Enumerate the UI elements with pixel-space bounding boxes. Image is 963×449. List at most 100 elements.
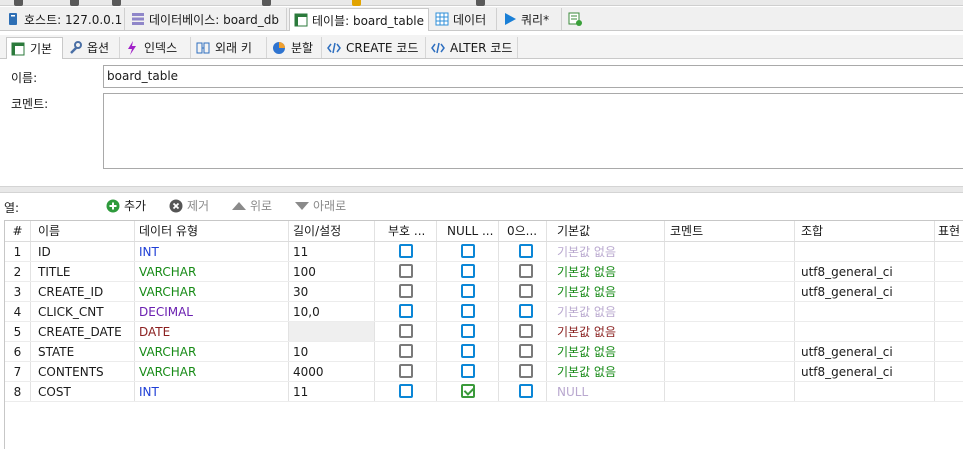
zerofill-checkbox[interactable] (519, 264, 533, 278)
unsigned-checkbox[interactable] (399, 384, 413, 398)
header-allow-null[interactable]: NULL ... (437, 221, 499, 241)
length-cell[interactable]: 4000 (289, 362, 375, 381)
collation-cell[interactable]: utf8_general_ci (795, 362, 935, 381)
expression-cell[interactable] (935, 322, 963, 341)
length-cell[interactable]: 11 (289, 382, 375, 401)
column-name-cell[interactable]: COST (31, 382, 135, 401)
comment-cell[interactable] (665, 382, 795, 401)
tab-basic[interactable]: 기본 (6, 37, 63, 59)
header-expression[interactable]: 표현 (935, 221, 963, 241)
header-collation[interactable]: 조합 (795, 221, 935, 241)
zerofill-checkbox[interactable] (519, 304, 533, 318)
table-row[interactable]: 8 COST INT 11 NULL (5, 382, 963, 402)
header-comment[interactable]: 코멘트 (665, 221, 795, 241)
datatype-cell[interactable]: VARCHAR (135, 282, 289, 301)
column-name-cell[interactable]: CREATE_ID (31, 282, 135, 301)
datatype-cell[interactable]: VARCHAR (135, 262, 289, 281)
toolbar-icon[interactable] (262, 0, 271, 6)
collation-cell[interactable] (795, 242, 935, 261)
unsigned-checkbox[interactable] (399, 244, 413, 258)
tab-table[interactable]: 테이블: board_table (289, 8, 429, 31)
length-cell[interactable] (289, 322, 375, 341)
zerofill-checkbox[interactable] (519, 324, 533, 338)
unsigned-checkbox[interactable] (399, 344, 413, 358)
remove-column-button[interactable]: 제거 (169, 197, 209, 214)
collation-cell[interactable] (795, 382, 935, 401)
tab-foreign-keys[interactable]: 외래 키 (192, 37, 267, 58)
expression-cell[interactable] (935, 282, 963, 301)
header-number[interactable]: # (5, 221, 31, 241)
comment-cell[interactable] (665, 322, 795, 341)
toolbar-icon[interactable] (70, 0, 79, 6)
add-column-button[interactable]: 추가 (106, 197, 146, 214)
comment-cell[interactable] (665, 242, 795, 261)
expression-cell[interactable] (935, 242, 963, 261)
comment-cell[interactable] (665, 342, 795, 361)
toolbar-icon[interactable] (352, 0, 361, 6)
allow-null-checkbox[interactable] (461, 284, 475, 298)
length-cell[interactable]: 30 (289, 282, 375, 301)
length-cell[interactable]: 100 (289, 262, 375, 281)
zerofill-checkbox[interactable] (519, 384, 533, 398)
unsigned-checkbox[interactable] (399, 324, 413, 338)
datatype-cell[interactable]: INT (135, 382, 289, 401)
panel-splitter[interactable] (0, 186, 963, 193)
toolbar-icon[interactable] (112, 0, 121, 6)
table-row[interactable]: 3 CREATE_ID VARCHAR 30 기본값 없음 utf8_general_ci (5, 282, 963, 302)
table-comment-input[interactable] (103, 93, 963, 169)
allow-null-checkbox[interactable] (461, 324, 475, 338)
unsigned-checkbox[interactable] (399, 284, 413, 298)
default-cell[interactable]: 기본값 없음 (547, 242, 665, 261)
tab-host[interactable]: 호스트: 127.0.0.1 (2, 8, 125, 30)
length-cell[interactable]: 10 (289, 342, 375, 361)
default-cell[interactable]: 기본값 없음 (547, 302, 665, 321)
allow-null-checkbox[interactable] (461, 364, 475, 378)
header-datatype[interactable]: 데이터 유형 (135, 221, 289, 241)
collation-cell[interactable]: utf8_general_ci (795, 282, 935, 301)
zerofill-checkbox[interactable] (519, 364, 533, 378)
column-name-cell[interactable]: TITLE (31, 262, 135, 281)
datatype-cell[interactable]: INT (135, 242, 289, 261)
comment-cell[interactable] (665, 282, 795, 301)
column-name-cell[interactable]: STATE (31, 342, 135, 361)
column-name-cell[interactable]: ID (31, 242, 135, 261)
column-name-cell[interactable]: CLICK_CNT (31, 302, 135, 321)
default-cell[interactable]: NULL (547, 382, 665, 401)
expression-cell[interactable] (935, 262, 963, 281)
tab-data[interactable]: 데이터 (431, 8, 497, 30)
tab-create-code[interactable]: CREATE 코드 (323, 37, 426, 58)
default-cell[interactable]: 기본값 없음 (547, 282, 665, 301)
datatype-cell[interactable]: DATE (135, 322, 289, 341)
table-row[interactable]: 5 CREATE_DATE DATE 기본값 없음 (5, 322, 963, 342)
comment-cell[interactable] (665, 362, 795, 381)
allow-null-checkbox[interactable] (461, 304, 475, 318)
table-row[interactable]: 7 CONTENTS VARCHAR 4000 기본값 없음 utf8_general_c… (5, 362, 963, 382)
header-name[interactable]: 이름 (31, 221, 135, 241)
unsigned-checkbox[interactable] (399, 304, 413, 318)
default-cell[interactable]: 기본값 없음 (547, 262, 665, 281)
tab-partitions[interactable]: 분할 (268, 37, 322, 58)
header-default[interactable]: 기본값 (547, 221, 665, 241)
datatype-cell[interactable]: VARCHAR (135, 362, 289, 381)
default-cell[interactable]: 기본값 없음 (547, 362, 665, 381)
expression-cell[interactable] (935, 382, 963, 401)
table-row[interactable]: 2 TITLE VARCHAR 100 기본값 없음 utf8_general_ci (5, 262, 963, 282)
tab-query[interactable]: 쿼리* (499, 8, 562, 30)
expression-cell[interactable] (935, 362, 963, 381)
table-row[interactable]: 1 ID INT 11 기본값 없음 (5, 242, 963, 262)
allow-null-checkbox[interactable] (461, 384, 475, 398)
new-query-tab-button[interactable] (564, 8, 588, 30)
move-up-button[interactable]: 위로 (232, 197, 272, 214)
zerofill-checkbox[interactable] (519, 344, 533, 358)
datatype-cell[interactable]: VARCHAR (135, 342, 289, 361)
tab-alter-code[interactable]: ALTER 코드 (427, 37, 518, 58)
collation-cell[interactable]: utf8_general_ci (795, 262, 935, 281)
column-name-cell[interactable]: CONTENTS (31, 362, 135, 381)
column-name-cell[interactable]: CREATE_DATE (31, 322, 135, 341)
move-down-button[interactable]: 아래로 (295, 197, 346, 214)
header-unsigned[interactable]: 부호 ... (375, 221, 437, 241)
expression-cell[interactable] (935, 342, 963, 361)
allow-null-checkbox[interactable] (461, 264, 475, 278)
comment-cell[interactable] (665, 262, 795, 281)
tab-options[interactable]: 옵션 (64, 37, 120, 58)
